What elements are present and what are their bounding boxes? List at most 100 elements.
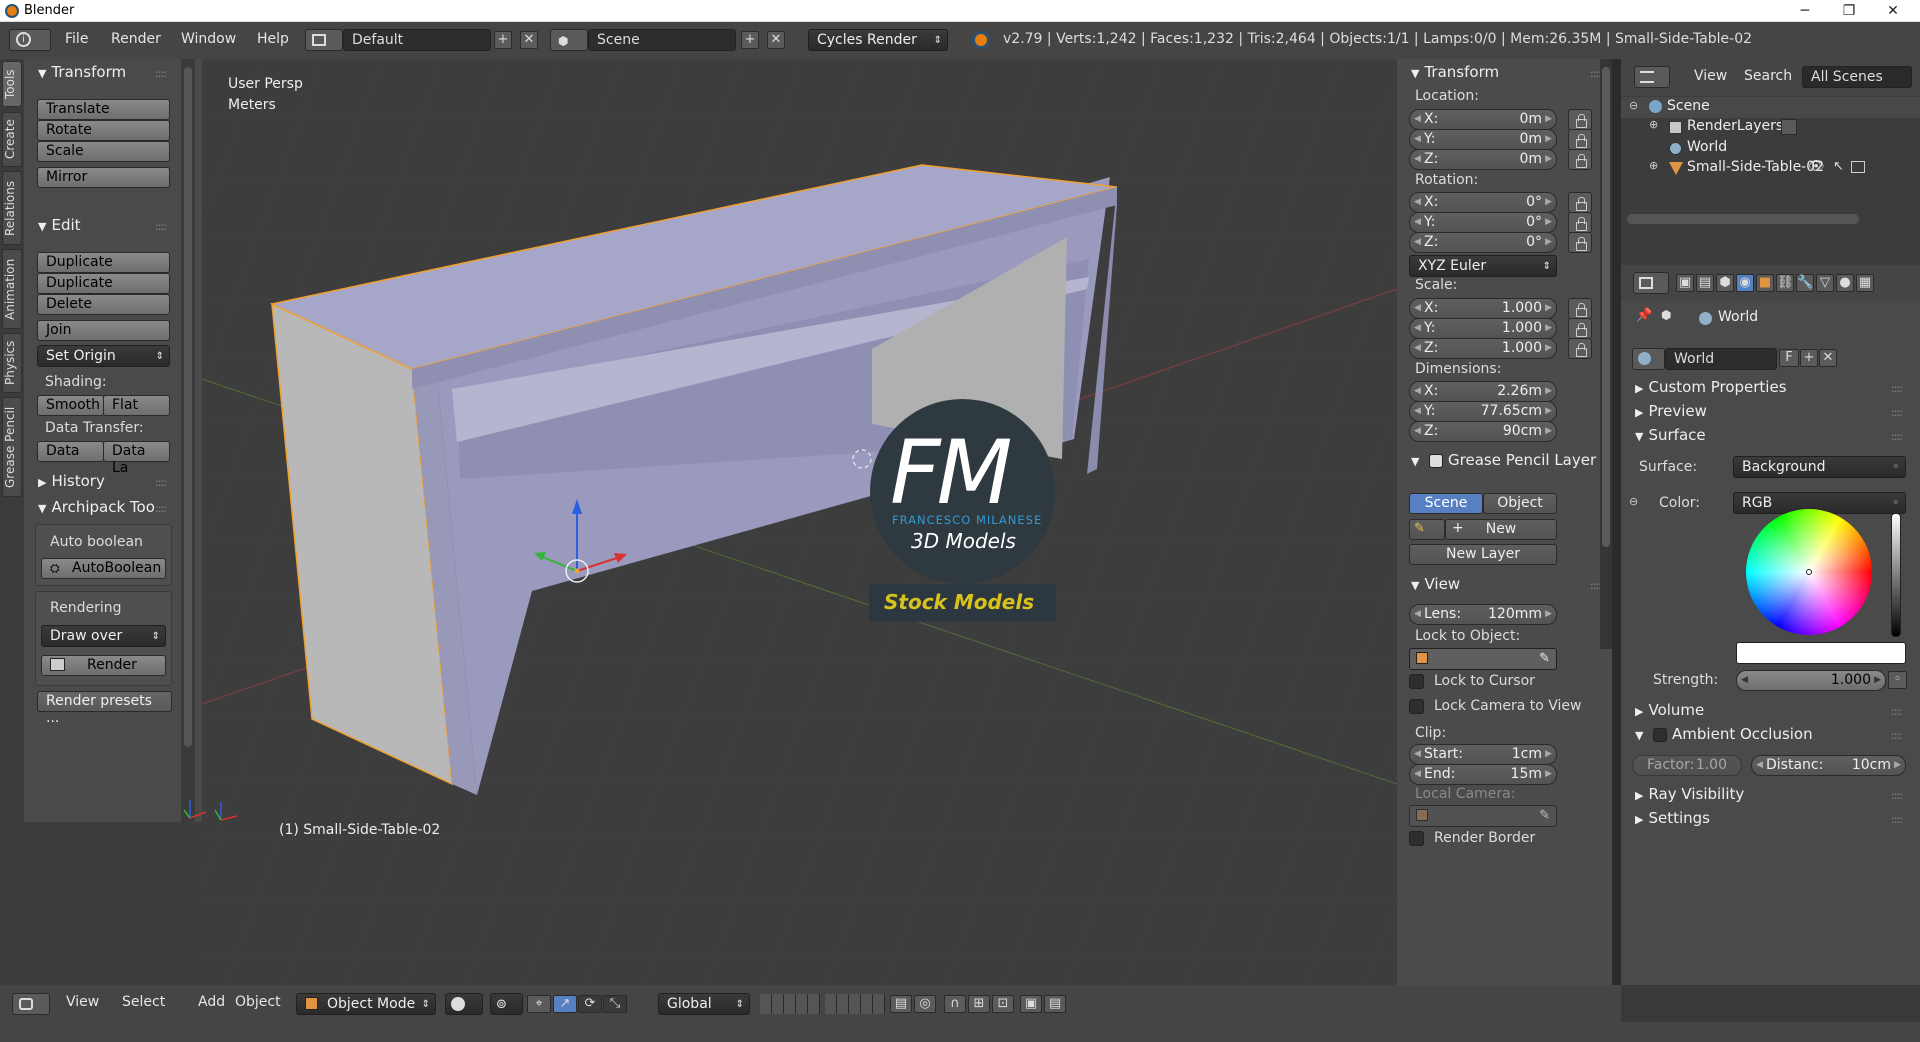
add-scene-icon[interactable]: +: [741, 31, 759, 49]
snap-element-icon[interactable]: ⊞: [968, 995, 990, 1013]
dimension-z-field[interactable]: ◀ Z: 90cm ▶: [1409, 421, 1557, 442]
opengl-animation-icon[interactable]: ▤: [1044, 995, 1066, 1013]
render-button[interactable]: Render: [41, 655, 166, 676]
visibility-eye-icon[interactable]: 👁: [1808, 159, 1825, 174]
scrollbar-thumb[interactable]: [1602, 67, 1610, 547]
world-name-field[interactable]: World: [1665, 348, 1777, 370]
lock-location-x-icon[interactable]: [1568, 109, 1592, 130]
drag-handle-icon[interactable]: ::::: [1891, 789, 1903, 802]
clip-start-field[interactable]: ◀ Start: 1cm ▶: [1409, 744, 1557, 765]
lock-to-cursor-checkbox[interactable]: [1409, 674, 1424, 689]
panel-archipack-header[interactable]: ▼ Archipack Too: [38, 498, 155, 516]
scale-y-field[interactable]: ◀ Y: 1.000 ▶: [1409, 318, 1557, 339]
drag-handle-icon[interactable]: ::::: [155, 220, 167, 233]
drag-handle-icon[interactable]: ::::: [1891, 813, 1903, 826]
scene-field[interactable]: Scene: [588, 29, 736, 51]
screen-layout-field[interactable]: Default: [343, 29, 491, 51]
delete-button[interactable]: Delete: [37, 294, 170, 315]
scale-manipulator-icon[interactable]: ⤡: [603, 995, 627, 1013]
render-presets-button[interactable]: Render presets ...: [37, 691, 172, 726]
menu-file[interactable]: File: [65, 31, 88, 47]
data-context-icon[interactable]: ▽: [1816, 274, 1834, 292]
proportional-edit-icon[interactable]: ◎: [914, 995, 936, 1013]
interaction-mode-dropdown[interactable]: Object Mode ⇕: [296, 993, 436, 1015]
grease-object-tab[interactable]: Object: [1483, 493, 1557, 514]
strength-field[interactable]: ◀ 1.000 ▶: [1736, 670, 1886, 691]
layer-lock-icon[interactable]: ▤: [890, 995, 912, 1013]
editor-type-info-button[interactable]: i: [9, 29, 51, 51]
lock-scale-x-icon[interactable]: [1568, 298, 1592, 319]
snap-target-icon[interactable]: ⊡: [992, 995, 1014, 1013]
lock-rotation-z-icon[interactable]: [1568, 232, 1592, 253]
render-layer-icon[interactable]: [1781, 119, 1797, 135]
menu-render[interactable]: Render: [111, 31, 161, 47]
world-browse-button[interactable]: [1632, 348, 1665, 370]
tab-relations[interactable]: Relations: [2, 171, 22, 245]
grease-scene-tab[interactable]: Scene: [1409, 493, 1483, 514]
layer-buttons-group-1[interactable]: [760, 994, 820, 1014]
ao-distance-field[interactable]: ◀ Distanc: 10cm ▶: [1751, 755, 1906, 776]
npanel-transform-header[interactable]: ▼ Transform: [1411, 63, 1499, 81]
object-context-icon[interactable]: ■: [1756, 274, 1774, 292]
lock-scale-z-icon[interactable]: [1568, 338, 1592, 359]
expand-icon[interactable]: ⊕: [1649, 118, 1658, 131]
drag-handle-icon[interactable]: ::::: [1891, 406, 1903, 419]
tab-grease-pencil[interactable]: Grease Pencil: [2, 397, 22, 497]
lock-location-y-icon[interactable]: [1568, 129, 1592, 150]
drag-handle-icon[interactable]: ::::: [155, 502, 167, 515]
ambient-occlusion-header[interactable]: ▼ Ambient Occlusion: [1635, 725, 1813, 743]
join-button[interactable]: Join: [37, 320, 170, 341]
color-wheel-cursor[interactable]: [1806, 569, 1812, 575]
settings-header[interactable]: ▶ Settings: [1635, 809, 1710, 827]
view3d-menu-view[interactable]: View: [66, 994, 99, 1010]
grease-pencil-layer-header[interactable]: ▼ Grease Pencil Layer: [1411, 451, 1596, 469]
dimension-y-field[interactable]: ◀ Y: 77.65cm ▶: [1409, 401, 1557, 422]
panel-transform-header[interactable]: ▼ Transform: [38, 63, 126, 81]
color-wheel[interactable]: [1746, 509, 1872, 635]
lock-rotation-x-icon[interactable]: [1568, 192, 1592, 213]
rotation-mode-dropdown[interactable]: XYZ Euler ⇕: [1409, 255, 1557, 277]
scale-x-field[interactable]: ◀ X: 1.000 ▶: [1409, 298, 1557, 319]
auto-boolean-button[interactable]: ⛭ AutoBoolean: [41, 558, 166, 579]
new-world-icon[interactable]: +: [1800, 349, 1818, 367]
eyedropper-icon[interactable]: ✎: [1539, 649, 1550, 668]
preview-header[interactable]: ▶ Preview: [1635, 402, 1707, 420]
shade-smooth-button[interactable]: Smooth: [37, 395, 104, 416]
3d-viewport[interactable]: User Persp Meters (1) Small-Side-Table-0…: [183, 59, 1397, 985]
lock-rotation-y-icon[interactable]: [1568, 212, 1592, 233]
outliner-view-menu[interactable]: View: [1694, 68, 1727, 84]
new-layer-button[interactable]: New Layer: [1409, 544, 1557, 565]
draw-over-dropdown[interactable]: Draw over ⇕: [41, 625, 166, 647]
area-divider[interactable]: [1612, 59, 1621, 985]
collapse-icon[interactable]: ⊖: [1629, 99, 1638, 112]
drag-handle-icon[interactable]: ::::: [1891, 430, 1903, 443]
npanel-view-header[interactable]: ▼ View: [1411, 575, 1460, 593]
value-slider[interactable]: [1891, 513, 1901, 637]
duplicate-linked-button[interactable]: Duplicate Linked: [37, 273, 170, 308]
location-z-field[interactable]: ◀ Z: 0m ▶: [1409, 149, 1557, 170]
screen-layout-selector[interactable]: [305, 29, 343, 51]
manipulator-toggle-icon[interactable]: ⌖: [527, 995, 551, 1013]
view3d-menu-select[interactable]: Select: [122, 994, 165, 1010]
menu-window[interactable]: Window: [181, 31, 236, 47]
render-context-icon[interactable]: ▣: [1676, 274, 1694, 292]
dimension-x-field[interactable]: ◀ X: 2.26m ▶: [1409, 381, 1557, 402]
lock-camera-checkbox[interactable]: [1409, 699, 1424, 714]
constraints-context-icon[interactable]: ⛓: [1776, 274, 1794, 292]
rotate-manipulator-icon[interactable]: ⟳: [578, 995, 602, 1013]
panel-edit-header[interactable]: ▼ Edit: [38, 216, 81, 234]
rotation-x-field[interactable]: ◀ X: 0° ▶: [1409, 192, 1557, 213]
tab-physics[interactable]: Physics: [2, 333, 22, 393]
custom-properties-header[interactable]: ▶ Custom Properties: [1635, 378, 1787, 396]
material-context-icon[interactable]: ●: [1836, 274, 1854, 292]
eyedropper-icon[interactable]: ✎: [1539, 806, 1550, 825]
tab-create[interactable]: Create: [2, 112, 22, 167]
drag-handle-icon[interactable]: ::::: [155, 476, 167, 489]
remove-layout-icon[interactable]: ✕: [520, 31, 538, 49]
panel-history-header[interactable]: ▶ History: [38, 472, 105, 490]
outliner-display-mode[interactable]: All Scenes: [1802, 66, 1912, 88]
scale-button[interactable]: Scale: [37, 141, 170, 162]
transform-orientation-dropdown[interactable]: Global ⇕: [658, 993, 750, 1015]
tab-tools[interactable]: Tools: [2, 61, 22, 107]
render-layers-context-icon[interactable]: ▤: [1696, 274, 1714, 292]
